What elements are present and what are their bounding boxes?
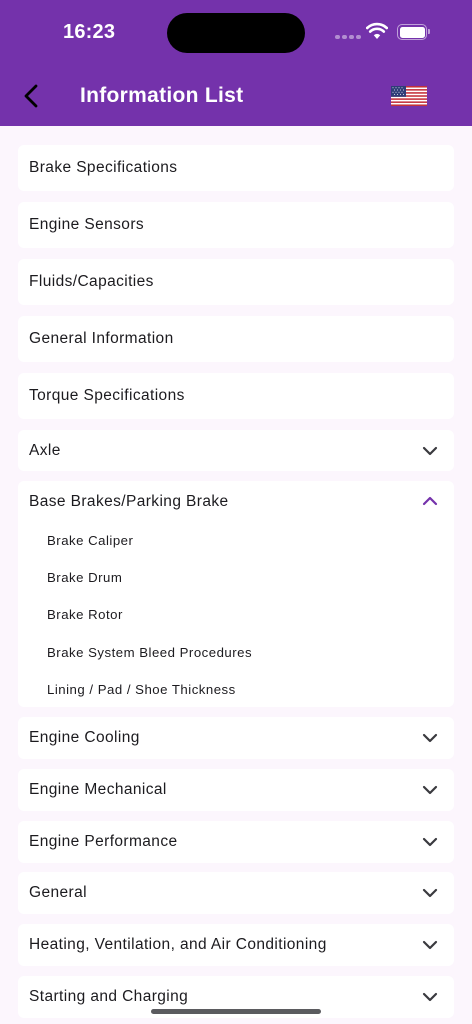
category-axle[interactable]: Axle [18,430,454,471]
category-label: Heating, Ventilation, and Air Conditioni… [29,936,327,953]
category-label: Engine Performance [29,833,178,850]
list-item-fluids-capacities[interactable]: Fluids/Capacities [18,259,454,305]
list-item-label: Brake Specifications [29,159,178,176]
back-chevron-icon[interactable] [20,82,44,110]
wifi-icon [366,22,388,39]
subitem-brake-caliper[interactable]: Brake Caliper [47,533,133,548]
us-flag-icon[interactable] [391,86,427,106]
category-engine-performance[interactable]: Engine Performance [18,821,454,863]
list-item-label: General Information [29,330,174,347]
subitem-brake-system-bleed-procedures[interactable]: Brake System Bleed Procedures [47,645,252,660]
list-item-torque-specifications[interactable]: Torque Specifications [18,373,454,419]
chevron-down-icon [422,785,438,795]
category-base-brakes-parking-brake: Base Brakes/Parking Brake Brake Caliper … [18,481,454,707]
chevron-down-icon [422,888,438,898]
subitem-brake-drum[interactable]: Brake Drum [47,570,122,585]
dynamic-island [167,13,305,53]
list-item-label: Torque Specifications [29,387,185,404]
category-label: Starting and Charging [29,988,189,1005]
list-item-engine-sensors[interactable]: Engine Sensors [18,202,454,248]
list-item-label: Engine Sensors [29,216,145,233]
category-general[interactable]: General [18,872,454,914]
category-label: Engine Cooling [29,729,140,746]
page-title: Information List [80,84,244,107]
battery-icon [397,24,430,40]
cellular-signal-icon [335,35,361,39]
category-engine-cooling[interactable]: Engine Cooling [18,717,454,759]
chevron-down-icon [422,992,438,1002]
list-item-label: Fluids/Capacities [29,273,154,290]
category-engine-mechanical[interactable]: Engine Mechanical [18,769,454,811]
category-hvac[interactable]: Heating, Ventilation, and Air Conditioni… [18,924,454,966]
chevron-down-icon [422,733,438,743]
chevron-down-icon [422,940,438,950]
list-item-general-information[interactable]: General Information [18,316,454,362]
app-bar: 16:23 Information List [0,0,472,126]
subitem-brake-rotor[interactable]: Brake Rotor [47,607,123,622]
category-label: General [29,884,87,901]
list-item-brake-specifications[interactable]: Brake Specifications [18,145,454,191]
chevron-up-icon [422,496,438,506]
subitem-lining-pad-shoe-thickness[interactable]: Lining / Pad / Shoe Thickness [47,682,236,697]
home-indicator[interactable] [151,1009,321,1014]
category-label: Base Brakes/Parking Brake [29,493,229,510]
category-label: Axle [29,442,61,459]
chevron-down-icon [422,446,438,456]
category-header[interactable]: Base Brakes/Parking Brake [18,481,454,521]
category-label: Engine Mechanical [29,781,167,798]
status-time: 16:23 [63,21,116,43]
chevron-down-icon [422,837,438,847]
